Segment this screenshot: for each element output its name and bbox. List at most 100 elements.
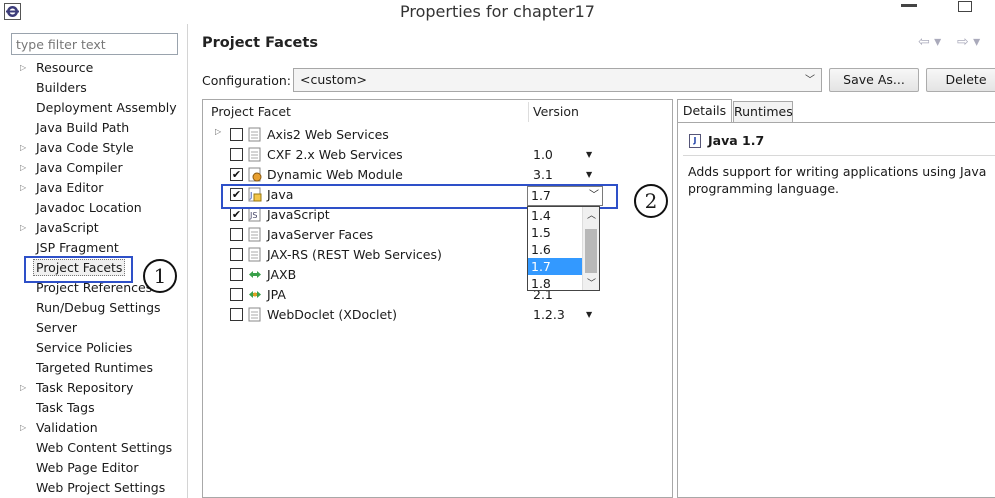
sidebar-item-label: Resource	[36, 60, 94, 75]
details-panel: J Java 1.7 Adds support for writing appl…	[677, 122, 995, 498]
sidebar-item-label: JSP Fragment	[36, 240, 119, 255]
facets-table: Project Facet Version ▷ Axis2 Web Service…	[202, 99, 673, 498]
dropdown-triangle-icon[interactable]: ▼	[586, 145, 592, 165]
expand-triangle-icon[interactable]: ▷	[20, 218, 36, 238]
maximize-icon[interactable]	[958, 1, 972, 12]
sidebar-item-web-page-editor[interactable]: Web Page Editor	[20, 458, 138, 478]
facet-row[interactable]: ▷ Axis2 Web Services	[203, 125, 672, 145]
column-divider	[528, 102, 529, 122]
expand-triangle-icon[interactable]: ▷	[215, 127, 221, 136]
version-option[interactable]: 1.8	[528, 275, 583, 292]
version-option[interactable]: 1.4	[528, 207, 583, 224]
facet-row[interactable]: WebDoclet (XDoclet) 1.2.3 ▼	[203, 305, 672, 325]
version-list-scrollbar[interactable]: ︿ ﹀	[582, 207, 599, 290]
facet-name: JPA	[267, 287, 286, 302]
sidebar-item-resource[interactable]: ▷ Resource	[20, 58, 93, 78]
tab-details[interactable]: Details	[677, 99, 732, 123]
sidebar-item-label: Java Code Style	[36, 140, 134, 155]
column-header-facet[interactable]: Project Facet	[211, 100, 291, 124]
version-combo[interactable]: 1.7 ﹀	[527, 186, 603, 206]
sidebar-item-label: Java Build Path	[36, 120, 130, 135]
facet-checkbox[interactable]: ✔	[230, 208, 243, 221]
folder-icon	[248, 127, 262, 142]
facet-checkbox[interactable]: ✔	[230, 168, 243, 181]
facet-row[interactable]: JAXB	[203, 265, 672, 285]
sidebar-item-java-editor[interactable]: ▷ Java Editor	[20, 178, 103, 198]
expand-triangle-icon[interactable]: ▷	[20, 418, 36, 438]
facet-row[interactable]: ✔ Dynamic Web Module 3.1 ▼	[203, 165, 672, 185]
column-header-version[interactable]: Version	[533, 100, 579, 124]
facet-checkbox[interactable]	[230, 228, 243, 241]
chevron-down-icon[interactable]: ﹀	[589, 187, 599, 205]
facet-name: WebDoclet (XDoclet)	[267, 307, 397, 322]
facet-version[interactable]: 1.2.3	[533, 305, 565, 325]
back-arrow-icon[interactable]: ⇦ ▾	[918, 34, 941, 50]
sidebar-item-javadoc-location[interactable]: Javadoc Location	[20, 198, 142, 218]
facet-row[interactable]: JPA 2.1	[203, 285, 672, 305]
page-title: Project Facets	[202, 35, 318, 51]
sidebar-item-validation[interactable]: ▷ Validation	[20, 418, 98, 438]
sidebar-item-label: Deployment Assembly	[36, 100, 177, 115]
facet-row[interactable]: JAX-RS (REST Web Services)	[203, 245, 672, 265]
forward-arrow-icon[interactable]: ⇨ ▾	[957, 34, 980, 50]
sidebar-item-deployment-assembly[interactable]: Deployment Assembly	[20, 98, 177, 118]
configuration-select[interactable]: <custom> ﹀	[293, 68, 822, 92]
sidebar-item-label: Server	[36, 320, 77, 335]
facet-checkbox[interactable]	[230, 308, 243, 321]
facet-version[interactable]: 1.0	[533, 145, 553, 165]
sidebar-item-run-debug-settings[interactable]: Run/Debug Settings	[20, 298, 161, 318]
sidebar-item-task-repository[interactable]: ▷ Task Repository	[20, 378, 133, 398]
document-icon	[248, 247, 262, 262]
version-option[interactable]: 1.7	[528, 258, 583, 275]
dropdown-triangle-icon[interactable]: ▼	[586, 165, 592, 185]
facet-checkbox[interactable]	[230, 148, 243, 161]
sidebar-item-java-build-path[interactable]: Java Build Path	[20, 118, 129, 138]
sidebar-item-targeted-runtimes[interactable]: Targeted Runtimes	[20, 358, 153, 378]
callout-marker-1: 1	[143, 259, 177, 293]
save-as-button[interactable]: Save As...	[829, 68, 919, 92]
expand-triangle-icon[interactable]: ▷	[20, 138, 36, 158]
facet-checkbox[interactable]	[230, 248, 243, 261]
document-icon	[248, 307, 262, 322]
facet-checkbox[interactable]	[230, 288, 243, 301]
sidebar-item-server[interactable]: Server	[20, 318, 77, 338]
divider	[683, 155, 995, 156]
facet-checkbox[interactable]	[230, 268, 243, 281]
expand-triangle-icon[interactable]: ▷	[20, 158, 36, 178]
version-option[interactable]: 1.6	[528, 241, 583, 258]
sidebar-item-web-project-settings[interactable]: Web Project Settings	[20, 478, 165, 498]
facet-row[interactable]: JavaServer Faces	[203, 225, 672, 245]
sidebar-item-jsp-fragment[interactable]: JSP Fragment	[20, 238, 119, 258]
scroll-up-icon[interactable]: ︿	[587, 208, 596, 221]
version-option[interactable]: 1.5	[528, 224, 583, 241]
sidebar-item-label: JavaScript	[36, 220, 99, 235]
sidebar-item-web-content-settings[interactable]: Web Content Settings	[20, 438, 172, 458]
chevron-down-icon: ﹀	[805, 75, 815, 86]
sidebar-item-label: Task Tags	[36, 400, 95, 415]
scroll-down-icon[interactable]: ﹀	[587, 276, 596, 289]
dropdown-triangle-icon[interactable]: ▼	[586, 305, 592, 325]
expand-triangle-icon[interactable]: ▷	[20, 178, 36, 198]
sidebar-item-task-tags[interactable]: Task Tags	[20, 398, 95, 418]
version-dropdown-list: 1.4 1.5 1.6 1.7 1.8 ︿ ﹀	[527, 206, 600, 291]
java-icon: J	[689, 134, 701, 148]
filter-input[interactable]	[11, 33, 178, 55]
sidebar-item-builders[interactable]: Builders	[20, 78, 87, 98]
minimize-icon[interactable]	[901, 4, 917, 7]
facet-checkbox[interactable]	[230, 128, 243, 141]
sidebar-item-service-policies[interactable]: Service Policies	[20, 338, 132, 358]
document-icon	[248, 147, 262, 162]
facet-name: Axis2 Web Services	[267, 127, 389, 142]
sidebar-item-java-compiler[interactable]: ▷ Java Compiler	[20, 158, 123, 178]
tab-runtimes[interactable]: Runtimes	[733, 101, 793, 123]
scrollbar-thumb[interactable]	[585, 229, 597, 273]
expand-triangle-icon[interactable]: ▷	[20, 58, 36, 78]
window-title: Properties for chapter17	[400, 2, 595, 21]
facet-row[interactable]: CXF 2.x Web Services 1.0 ▼	[203, 145, 672, 165]
callout-marker-2: 2	[634, 184, 668, 218]
sidebar-item-javascript[interactable]: ▷ JavaScript	[20, 218, 99, 238]
delete-button[interactable]: Delete	[926, 68, 995, 92]
sidebar-item-java-code-style[interactable]: ▷ Java Code Style	[20, 138, 134, 158]
expand-triangle-icon[interactable]: ▷	[20, 378, 36, 398]
facet-version[interactable]: 3.1	[533, 165, 553, 185]
